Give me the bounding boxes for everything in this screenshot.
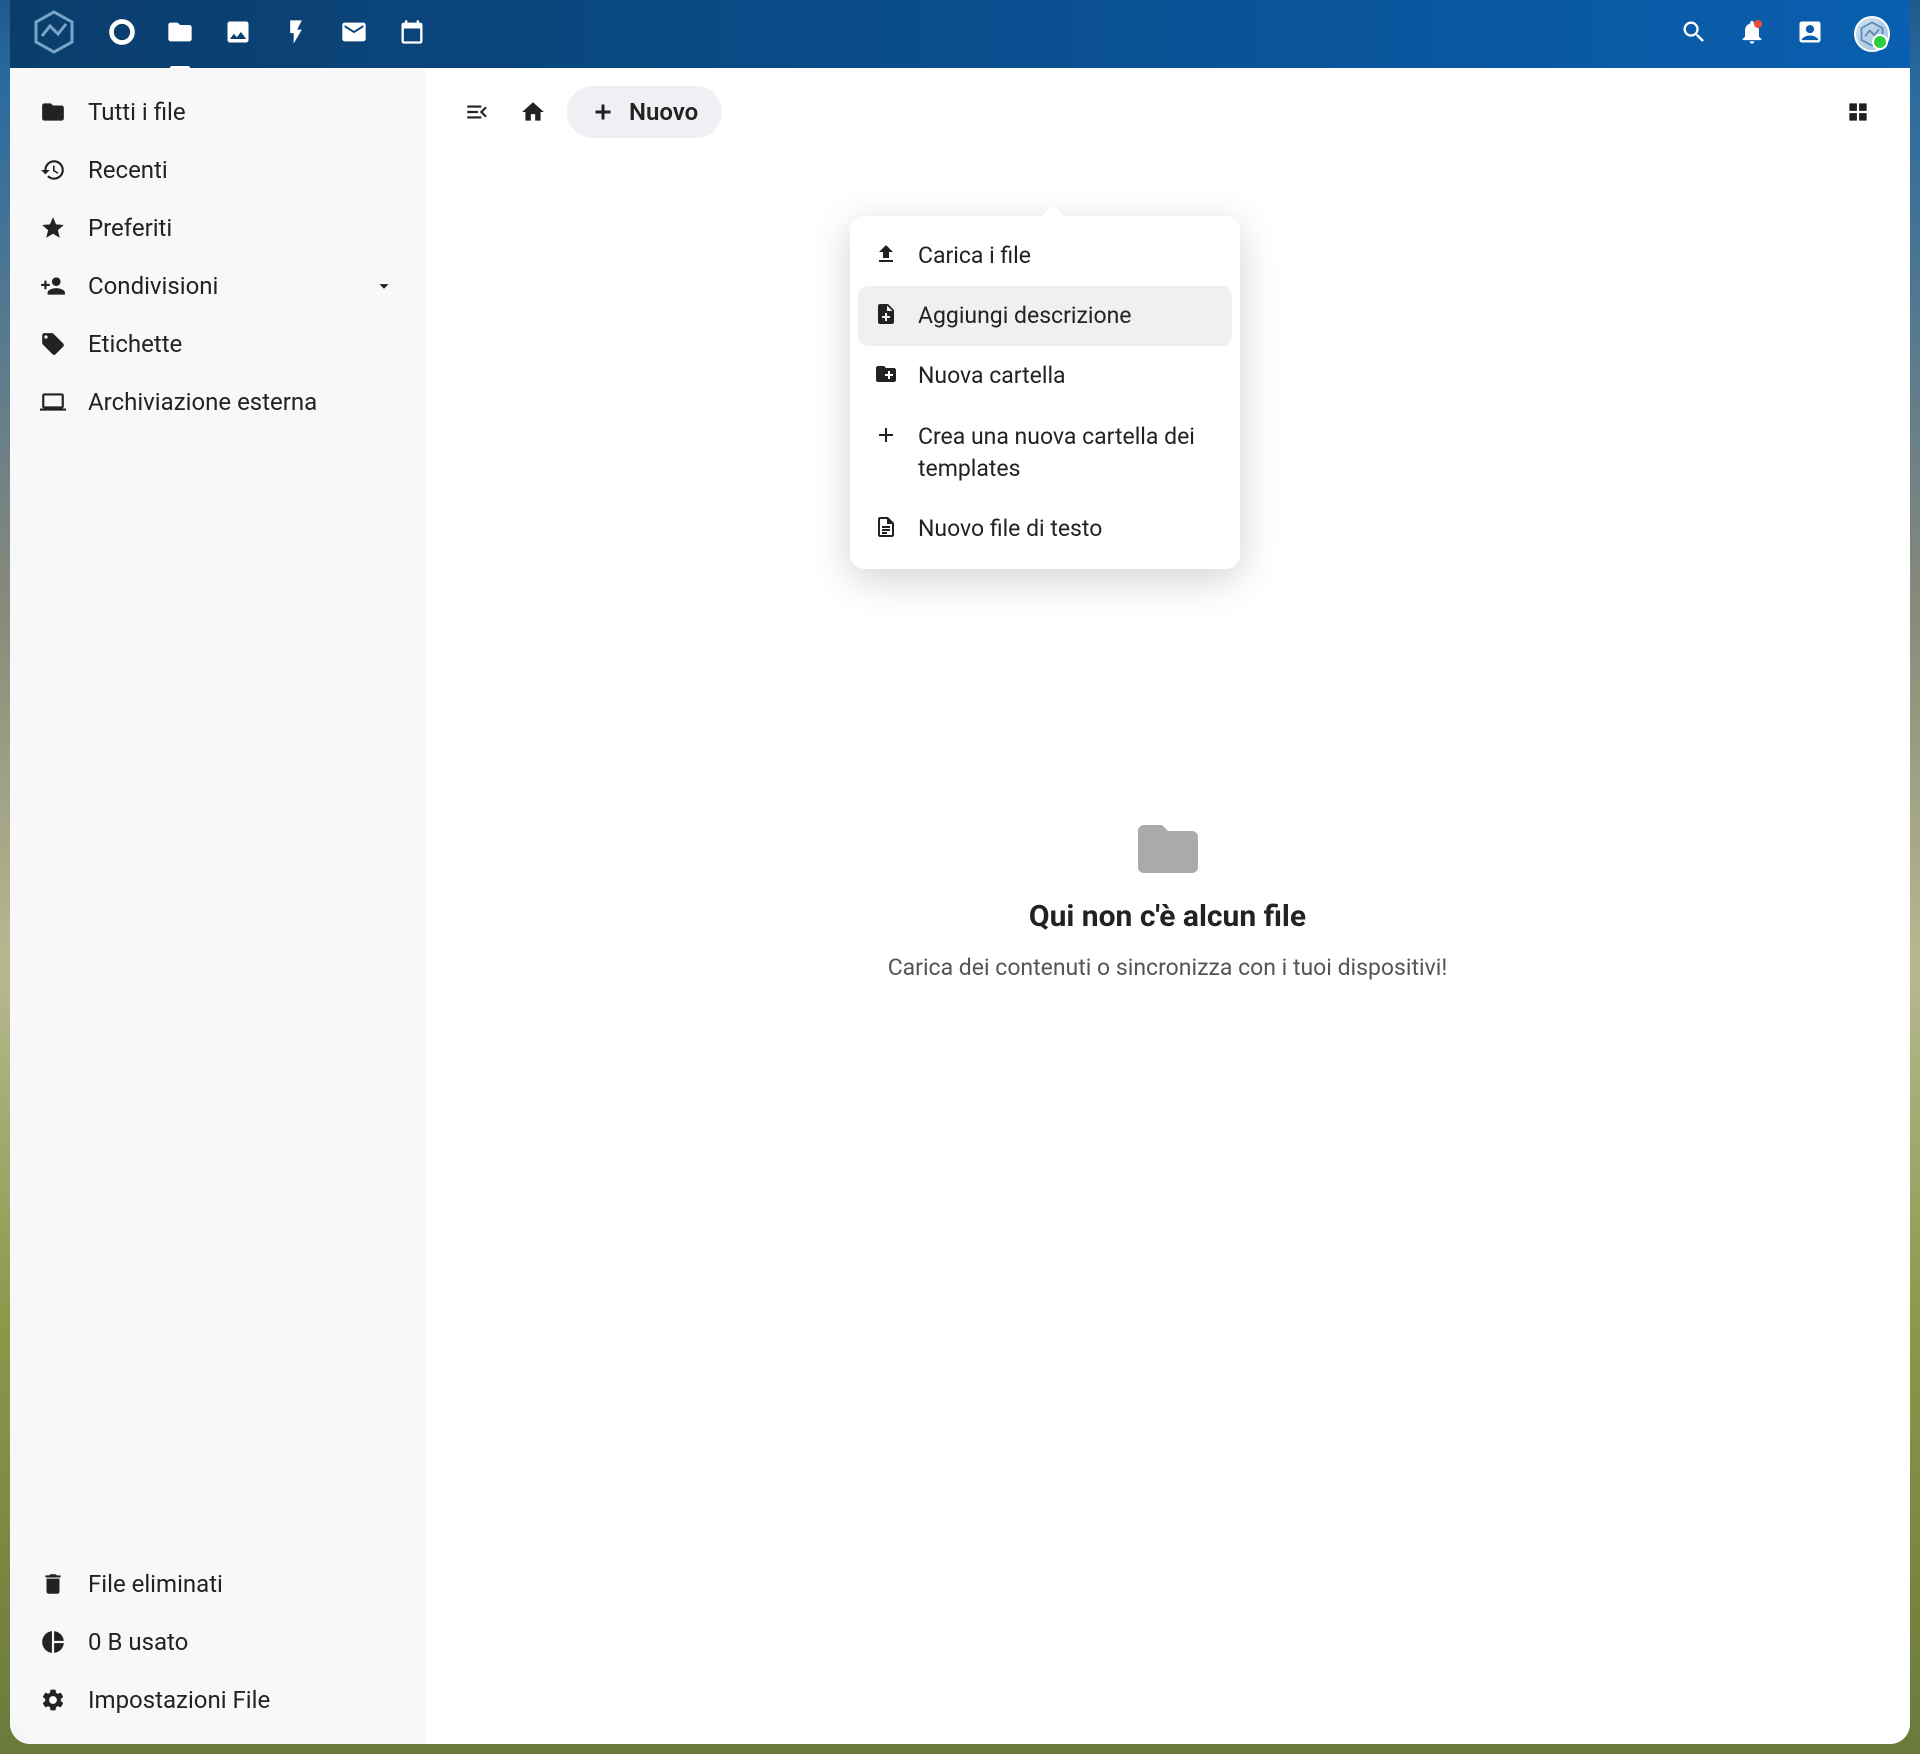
file-add-icon <box>874 302 898 326</box>
sidebar-item-shares[interactable]: Condivisioni <box>10 257 425 315</box>
textfile-icon <box>874 515 898 539</box>
new-dropdown: Carica i file Aggiungi descrizione Nuova… <box>850 216 1240 569</box>
sidebar-item-label: Recenti <box>88 156 168 184</box>
dropdown-item-label: Nuovo file di testo <box>918 513 1102 545</box>
main-content: Nuovo Carica i file Aggiungi descrizione… <box>425 68 1910 1744</box>
calendar-app-icon[interactable] <box>398 18 426 50</box>
folder-icon <box>1132 819 1204 879</box>
dropdown-new-folder[interactable]: Nuova cartella <box>850 346 1240 406</box>
dropdown-add-description[interactable]: Aggiungi descrizione <box>858 286 1232 346</box>
trash-icon <box>40 1571 66 1597</box>
chevron-down-icon <box>373 275 395 297</box>
app-logo-icon[interactable] <box>30 8 78 60</box>
pie-icon <box>40 1629 66 1655</box>
sidebar-item-external[interactable]: Archiviazione esterna <box>10 373 425 431</box>
sidebar-item-favorites[interactable]: Preferiti <box>10 199 425 257</box>
notifications-icon[interactable] <box>1738 18 1766 50</box>
dropdown-item-label: Aggiungi descrizione <box>918 300 1132 332</box>
upload-icon <box>874 242 898 266</box>
dropdown-new-textfile[interactable]: Nuovo file di testo <box>850 499 1240 559</box>
dropdown-item-label: Crea una nuova cartella dei templates <box>918 421 1216 485</box>
sidebar-item-tags[interactable]: Etichette <box>10 315 425 373</box>
photos-app-icon[interactable] <box>224 18 252 50</box>
tag-icon <box>40 331 66 357</box>
plus-icon <box>874 423 898 447</box>
sidebar-item-label: Archiviazione esterna <box>88 388 317 416</box>
sidebar-item-settings[interactable]: Impostazioni File <box>10 1671 425 1729</box>
sidebar-item-trash[interactable]: File eliminati <box>10 1555 425 1613</box>
folder-icon <box>40 99 66 125</box>
mail-app-icon[interactable] <box>340 18 368 50</box>
sidebar: Tutti i file Recenti Preferiti Condivisi… <box>10 68 425 1744</box>
activity-app-icon[interactable] <box>282 18 310 50</box>
empty-subtitle: Carica dei contenuti o sincronizza con i… <box>888 954 1448 981</box>
topbar <box>10 0 1910 68</box>
sidebar-item-recent[interactable]: Recenti <box>10 141 425 199</box>
sidebar-item-storage[interactable]: 0 B usato <box>10 1613 425 1671</box>
share-icon <box>40 273 66 299</box>
gear-icon <box>40 1687 66 1713</box>
sidebar-item-label: Impostazioni File <box>88 1686 270 1714</box>
dropdown-item-label: Nuova cartella <box>918 360 1066 392</box>
sidebar-item-label: File eliminati <box>88 1570 223 1598</box>
sidebar-item-label: Preferiti <box>88 214 172 242</box>
dropdown-new-template-folder[interactable]: Crea una nuova cartella dei templates <box>850 407 1240 499</box>
user-avatar[interactable] <box>1854 16 1890 52</box>
sidebar-item-label: Condivisioni <box>88 272 218 300</box>
sidebar-item-all-files[interactable]: Tutti i file <box>10 83 425 141</box>
contacts-icon[interactable] <box>1796 18 1824 50</box>
sidebar-item-label: Etichette <box>88 330 182 358</box>
history-icon <box>40 157 66 183</box>
files-app-icon[interactable] <box>166 18 194 50</box>
dropdown-item-label: Carica i file <box>918 240 1031 272</box>
search-icon[interactable] <box>1680 18 1708 50</box>
star-icon <box>40 215 66 241</box>
empty-title: Qui non c'è alcun file <box>1029 899 1306 934</box>
folder-add-icon <box>874 362 898 386</box>
sidebar-item-label: Tutti i file <box>88 98 186 126</box>
external-icon <box>40 389 66 415</box>
dropdown-upload[interactable]: Carica i file <box>850 226 1240 286</box>
dashboard-icon[interactable] <box>108 18 136 50</box>
sidebar-item-label: 0 B usato <box>88 1628 188 1656</box>
